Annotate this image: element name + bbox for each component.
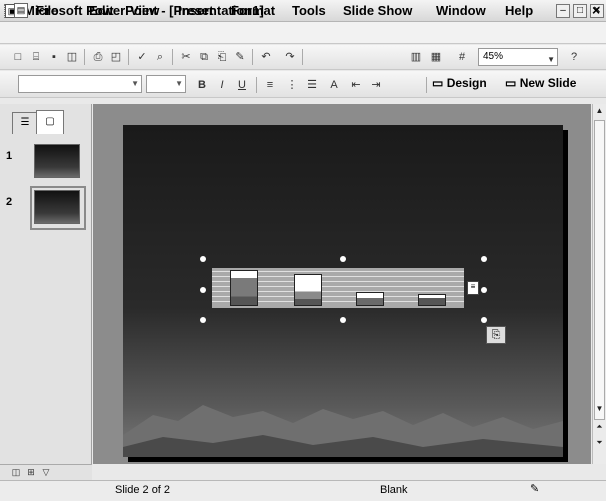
menu-help[interactable]: Help (505, 3, 533, 18)
print-icon[interactable]: ⎙ (90, 49, 106, 65)
chevron-down-icon: ▼ (175, 79, 183, 88)
design-label: Design (446, 76, 487, 90)
normal-view-icon[interactable]: ◫ (10, 466, 22, 478)
slide-sorter-icon[interactable]: ⊞ (25, 466, 37, 478)
resize-handle[interactable] (200, 287, 206, 293)
bold-icon[interactable]: B (194, 77, 210, 93)
help-icon[interactable]: ? (566, 49, 582, 65)
menu-window[interactable]: Window (436, 3, 486, 18)
toolbar-separator (302, 49, 303, 65)
chart-bar (418, 294, 446, 306)
font-size-icon[interactable]: A (326, 77, 342, 93)
toolbar-separator (256, 77, 257, 93)
chart-bar (294, 274, 322, 306)
toolbar-separator (172, 49, 173, 65)
document-icon[interactable]: ▤ (14, 3, 28, 18)
zoom-select[interactable]: 45% ▼ (478, 48, 558, 66)
design-button[interactable]: ▭ Design (432, 76, 487, 90)
italic-icon[interactable]: I (214, 77, 230, 93)
slide-thumbnail-1[interactable] (34, 144, 80, 178)
toolbar-separator (426, 77, 427, 93)
copy-icon[interactable]: ⧉ (196, 49, 212, 65)
slide-number-2: 2 (6, 196, 13, 208)
minimize-icon[interactable]: – (556, 4, 570, 18)
spelling-icon[interactable]: ✓ (134, 49, 150, 65)
increase-indent-icon[interactable]: ⇥ (368, 77, 384, 93)
chart-bar (356, 292, 384, 306)
research-icon[interactable]: ⌕ (152, 49, 168, 65)
format-painter-icon[interactable]: ✎ (232, 49, 248, 65)
resize-handle[interactable] (481, 256, 487, 262)
menu-grip[interactable] (4, 4, 7, 18)
slide-show-icon[interactable]: ▽ (40, 466, 52, 478)
toolbar-separator (252, 49, 253, 65)
menu-bar (0, 22, 606, 44)
scroll-up-icon[interactable]: ▲ (594, 106, 605, 115)
menu-file[interactable]: File (36, 3, 58, 18)
underline-icon[interactable]: U (234, 77, 250, 93)
document-close-icon[interactable]: × (592, 2, 600, 18)
resize-handle[interactable] (481, 287, 487, 293)
maximize-icon[interactable]: □ (573, 4, 587, 18)
resize-handle[interactable] (340, 256, 346, 262)
numbering-icon[interactable]: ⋮ (284, 77, 300, 93)
menu-view[interactable]: View (130, 3, 159, 18)
zoom-value: 45% (483, 51, 504, 62)
slide-number-1: 1 (6, 150, 13, 162)
new-icon[interactable]: □ (10, 49, 26, 65)
bullets-icon[interactable]: ☰ (304, 77, 320, 93)
permission-icon[interactable]: ◫ (64, 49, 80, 65)
slide-thumbnail-2[interactable] (34, 190, 80, 224)
chevron-down-icon: ▼ (547, 55, 555, 64)
chart-options-icon[interactable]: ≡ (467, 281, 479, 295)
decrease-indent-icon[interactable]: ⇤ (348, 77, 364, 93)
insert-table-icon[interactable]: ▦ (428, 49, 444, 65)
menu-tools[interactable]: Tools (292, 3, 326, 18)
paste-options-icon[interactable]: ⎘ (486, 326, 506, 344)
spelling-status-icon[interactable]: ✎ (530, 482, 539, 495)
font-select[interactable]: ▼ (18, 75, 142, 93)
previous-slide-icon[interactable]: ⏶ (594, 422, 605, 432)
font-size-select[interactable]: ▼ (146, 75, 186, 93)
undo-icon[interactable]: ↶ (258, 49, 274, 65)
resize-handle[interactable] (340, 317, 346, 323)
paste-icon[interactable]: ⎗ (214, 49, 230, 65)
menu-format[interactable]: Format (231, 3, 275, 18)
resize-handle[interactable] (200, 256, 206, 262)
open-icon[interactable]: ⌸ (28, 49, 44, 65)
align-icon[interactable]: ≡ (262, 77, 278, 93)
chart-bar (230, 270, 258, 306)
new-slide-label: New Slide (519, 76, 577, 90)
resize-handle[interactable] (481, 317, 487, 323)
print-preview-icon[interactable]: ◰ (108, 49, 124, 65)
design-icon: ▭ (432, 76, 444, 90)
design-name-status: Blank (380, 484, 408, 496)
toolbar-separator (128, 49, 129, 65)
cut-icon[interactable]: ✂ (178, 49, 194, 65)
new-slide-icon: ▭ (505, 76, 517, 90)
grid-icon[interactable]: # (454, 49, 470, 65)
menu-slide-show[interactable]: Slide Show (343, 3, 412, 18)
redo-icon[interactable]: ↷ (282, 49, 298, 65)
slide-position-status: Slide 2 of 2 (115, 484, 171, 496)
next-slide-icon[interactable]: ⏷ (594, 438, 605, 448)
toolbar-separator (84, 49, 85, 65)
status-bar (0, 480, 606, 501)
tab-outline[interactable]: ☰ (12, 112, 38, 134)
scroll-thumb[interactable] (594, 120, 605, 420)
menu-edit[interactable]: Edit (89, 3, 114, 18)
tab-slides[interactable]: ▢ (36, 110, 64, 134)
menu-insert[interactable]: Insert (178, 3, 213, 18)
save-icon[interactable]: ▪ (46, 49, 62, 65)
embedded-chart[interactable] (212, 268, 464, 308)
scroll-down-icon[interactable]: ▼ (594, 404, 605, 413)
insert-chart-icon[interactable]: ▥ (408, 49, 424, 65)
new-slide-button[interactable]: ▭ New Slide (505, 76, 576, 90)
resize-handle[interactable] (200, 317, 206, 323)
chevron-down-icon: ▼ (131, 79, 139, 88)
